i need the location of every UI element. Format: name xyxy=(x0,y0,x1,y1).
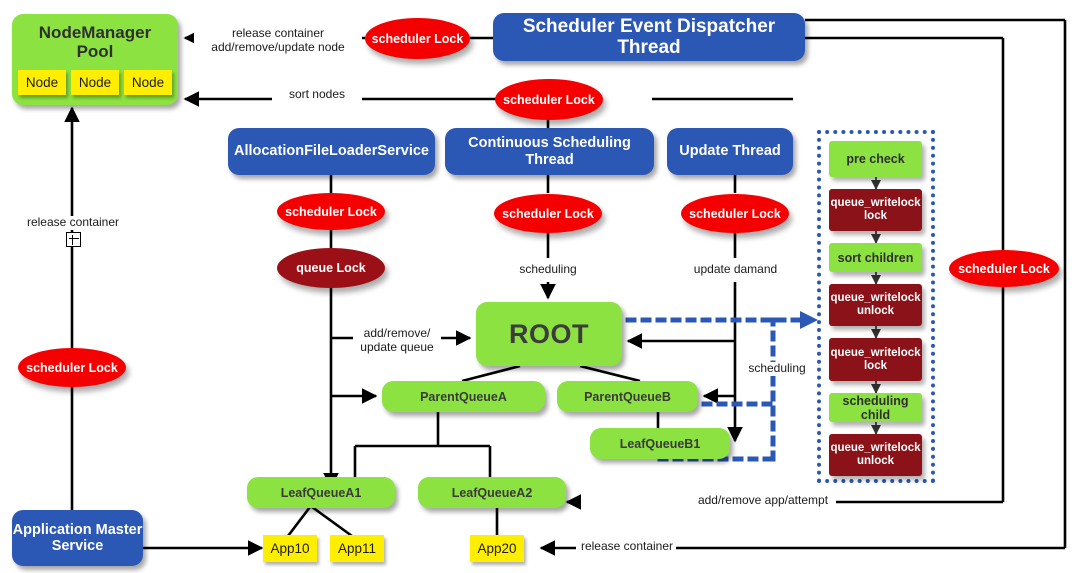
edge-label-add-remove-app-attempt: add/remove app/attempt xyxy=(690,493,836,508)
queue-parent-b[interactable]: ParentQueueB xyxy=(557,381,698,412)
queue-leaf-a2[interactable]: LeafQueueA2 xyxy=(418,477,566,508)
nodemanager-pool-title-line1: NodeManager xyxy=(38,23,152,42)
flow-step-queue-writelock-lock-2[interactable]: queue_writelock lock xyxy=(829,338,922,381)
scheduler-event-dispatcher-thread[interactable]: Scheduler Event Dispatcher Thread xyxy=(493,13,805,61)
edge-label-add-remove-update-queue: add/remove/ update queue xyxy=(353,326,441,355)
queue-lock-allocation-loader[interactable]: queue Lock xyxy=(277,248,385,288)
application-master-service-line1: Application Master xyxy=(12,521,143,538)
app-10[interactable]: App10 xyxy=(263,535,317,562)
flow-step-queue-writelock-unlock-1[interactable]: queue_writelock unlock xyxy=(829,284,922,326)
flow-step-3-line1: queue_writelock xyxy=(830,292,921,305)
scheduler-lock-right-column[interactable]: scheduler Lock xyxy=(949,250,1059,287)
flow-step-4-line1: queue_writelock xyxy=(830,346,921,359)
application-master-service[interactable]: Application Master Service xyxy=(12,510,143,566)
application-master-service-line2: Service xyxy=(51,538,104,554)
node-box-1[interactable]: Node xyxy=(18,70,66,96)
edge-label-release-container-update-node: release container add/remove/update node xyxy=(194,26,362,55)
nodemanager-pool[interactable]: NodeManager Pool Node Node Node xyxy=(12,14,178,105)
app-20[interactable]: App20 xyxy=(470,535,524,562)
flow-step-queue-writelock-lock-1[interactable]: queue_writelock lock xyxy=(829,189,922,231)
flow-step-4-line2: lock xyxy=(863,359,887,372)
flow-step-sort-children[interactable]: sort children xyxy=(829,243,922,272)
edge-label-scheduling-center: scheduling xyxy=(508,262,588,277)
junction-plus-marker xyxy=(66,232,81,247)
nodemanager-pool-title-line2: Pool xyxy=(76,42,114,62)
scheduler-lock-continuous-scheduling[interactable]: scheduler Lock xyxy=(494,194,602,233)
queue-root[interactable]: ROOT xyxy=(476,302,622,366)
scheduler-lock-allocation-loader[interactable]: scheduler Lock xyxy=(277,193,385,230)
flow-step-6-line2: unlock xyxy=(856,455,895,467)
node-box-2[interactable]: Node xyxy=(71,70,119,96)
edge-label-add-remove: add/remove/ xyxy=(363,326,431,340)
scheduler-lock-update-thread[interactable]: scheduler Lock xyxy=(681,194,789,233)
edge-label-release-container: release container xyxy=(231,26,325,40)
edge-label-add-remove-update-node: add/remove/update node xyxy=(211,40,345,55)
continuous-scheduling-thread[interactable]: Continuous Scheduling Thread xyxy=(445,128,654,175)
flow-step-6-line1: queue_writelock xyxy=(830,442,921,455)
scheduler-lock-dispatcher[interactable]: scheduler Lock xyxy=(365,18,470,59)
flow-step-1-line2: lock xyxy=(863,210,887,222)
queue-leaf-b1[interactable]: LeafQueueB1 xyxy=(590,428,730,459)
node-box-3[interactable]: Node xyxy=(124,70,172,96)
edge-label-release-container-bottom: release container xyxy=(578,539,676,554)
edge-label-update-demand: update damand xyxy=(687,262,784,277)
edge-label-update-queue: update queue xyxy=(360,340,434,355)
update-thread[interactable]: Update Thread xyxy=(667,128,793,175)
scheduler-lock-sort-nodes[interactable]: scheduler Lock xyxy=(495,79,603,120)
flow-step-3-line2: unlock xyxy=(856,305,895,317)
flow-step-pre-check[interactable]: pre check xyxy=(829,141,922,177)
edge-label-scheduling-right: scheduling xyxy=(742,361,812,376)
scheduler-lock-app-master[interactable]: scheduler Lock xyxy=(18,348,126,387)
flow-step-1-line1: queue_writelock xyxy=(830,197,921,210)
edge-label-sort-nodes: sort nodes xyxy=(272,87,362,102)
flow-step-scheduling-child[interactable]: scheduling child xyxy=(829,393,922,422)
queue-leaf-a1[interactable]: LeafQueueA1 xyxy=(247,477,395,508)
queue-parent-a[interactable]: ParentQueueA xyxy=(382,381,545,412)
allocation-file-loader-service[interactable]: AllocationFileLoaderService xyxy=(228,128,435,175)
diagram-canvas: NodeManager Pool Node Node Node Schedule… xyxy=(0,0,1080,573)
app-11[interactable]: App11 xyxy=(330,535,384,562)
edge-label-release-container-left: release container xyxy=(24,215,122,230)
flow-step-queue-writelock-unlock-2[interactable]: queue_writelock unlock xyxy=(829,434,922,476)
